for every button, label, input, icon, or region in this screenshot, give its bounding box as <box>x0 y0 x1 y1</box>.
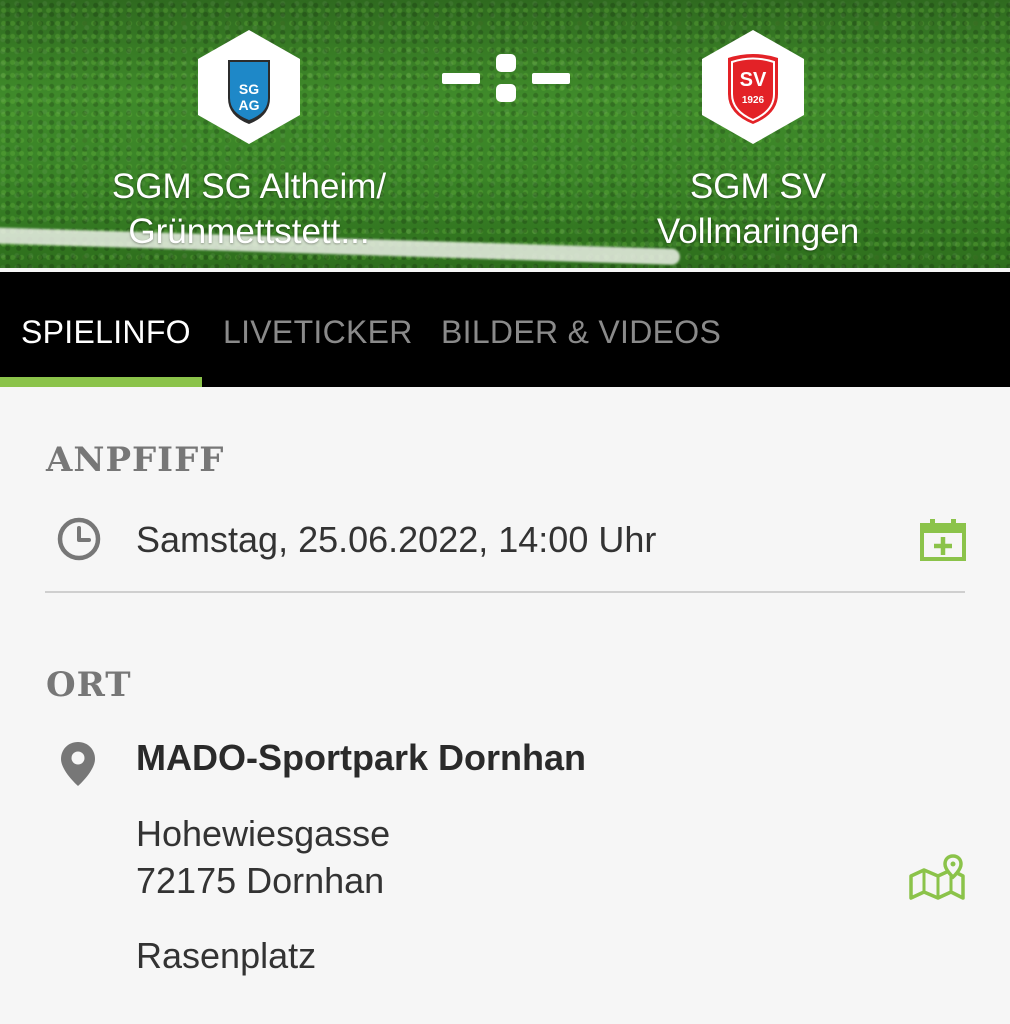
svg-text:AG: AG <box>239 97 260 113</box>
tab-liveticker[interactable]: LIVETICKER <box>223 314 413 351</box>
location-pin-icon <box>61 742 95 786</box>
away-team-name[interactable]: SGM SV Vollmaringen <box>578 164 938 254</box>
home-team-crest[interactable]: SG AG <box>196 28 302 146</box>
svg-text:SG: SG <box>239 81 259 97</box>
venue-street: Hohewiesgasse <box>136 813 391 854</box>
away-team-crest[interactable]: SV 1926 <box>700 28 806 146</box>
venue-surface: Rasenplatz <box>136 935 317 976</box>
section-divider <box>45 591 965 593</box>
ort-heading: ORT <box>46 665 132 705</box>
tab-spielinfo[interactable]: SPIELINFO <box>21 314 191 351</box>
active-tab-indicator <box>0 377 202 387</box>
anpfiff-heading: ANPFIFF <box>46 440 225 480</box>
match-header: SG AG SV 1926 SGM SG Altheim/ Grünmettst… <box>0 0 1010 272</box>
tab-bar: SPIELINFO LIVETICKER BILDER & VIDEOS <box>0 272 1010 387</box>
map-icon[interactable] <box>908 854 966 902</box>
score-separator <box>442 54 570 102</box>
away-team-name-line2: Vollmaringen <box>656 212 860 251</box>
svg-text:SV: SV <box>740 69 767 91</box>
home-team-name[interactable]: SGM SG Altheim/ Grünmettstett... <box>69 164 429 254</box>
home-team-name-line1: SGM SG Altheim/ <box>111 167 387 206</box>
home-team-name-line2: Grünmettstett... <box>128 212 370 251</box>
tab-bilder-videos[interactable]: BILDER & VIDEOS <box>441 314 721 351</box>
sg-altheim-crest-icon: SG AG <box>198 30 300 144</box>
away-team-name-line1: SGM SV <box>689 167 827 206</box>
venue-name: MADO-Sportpark Dornhan <box>136 737 586 778</box>
calendar-add-icon[interactable] <box>919 518 967 562</box>
svg-text:1926: 1926 <box>742 95 765 106</box>
sv-vollmaringen-crest-icon: SV 1926 <box>702 30 804 144</box>
clock-icon <box>57 517 101 561</box>
kickoff-datetime: Samstag, 25.06.2022, 14:00 Uhr <box>136 519 657 560</box>
venue-city: 72175 Dornhan <box>136 860 385 901</box>
